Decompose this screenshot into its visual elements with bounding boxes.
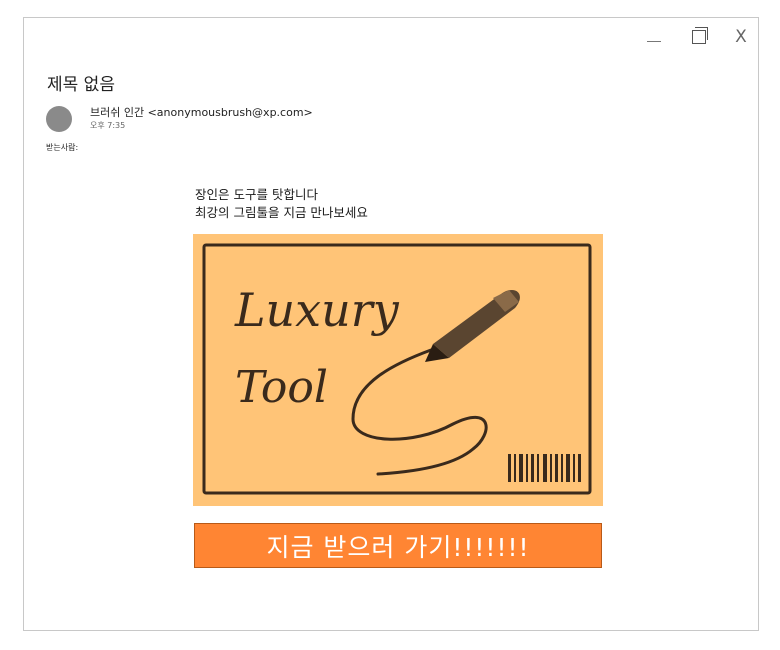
promo-text-luxury: Luxury xyxy=(234,283,400,337)
recipients-label: 받는사람: xyxy=(46,143,79,152)
close-button[interactable]: X xyxy=(728,24,754,50)
minimize-icon xyxy=(647,40,661,42)
maximize-button[interactable] xyxy=(686,24,712,50)
barcode-icon xyxy=(508,454,581,482)
email-subject: 제목 없음 xyxy=(47,75,115,95)
squiggle-stroke xyxy=(351,348,488,476)
email-window: X 제목 없음 브러쉬 인간 <anonymousbrush@xp.com> 오… xyxy=(23,17,759,631)
cta-button[interactable]: 지금 받으러 가기!!!!!!! xyxy=(194,523,602,568)
body-text-line-1: 장인은 도구를 탓합니다 xyxy=(195,187,318,202)
body-text-line-2: 최강의 그림툴을 지금 만나보세요 xyxy=(195,205,368,220)
promo-illustration: Luxury Tool xyxy=(202,243,592,495)
promo-image[interactable]: Luxury Tool xyxy=(193,234,603,506)
promo-text-tool: Tool xyxy=(235,362,328,413)
sender-name: 브러쉬 인간 <anonymousbrush@xp.com> xyxy=(90,106,313,119)
received-time: 오후 7:35 xyxy=(90,121,126,130)
pen-icon xyxy=(425,289,520,362)
avatar xyxy=(46,106,72,132)
minimize-button[interactable] xyxy=(641,24,667,50)
close-icon: X xyxy=(735,26,747,47)
maximize-icon xyxy=(692,27,708,44)
